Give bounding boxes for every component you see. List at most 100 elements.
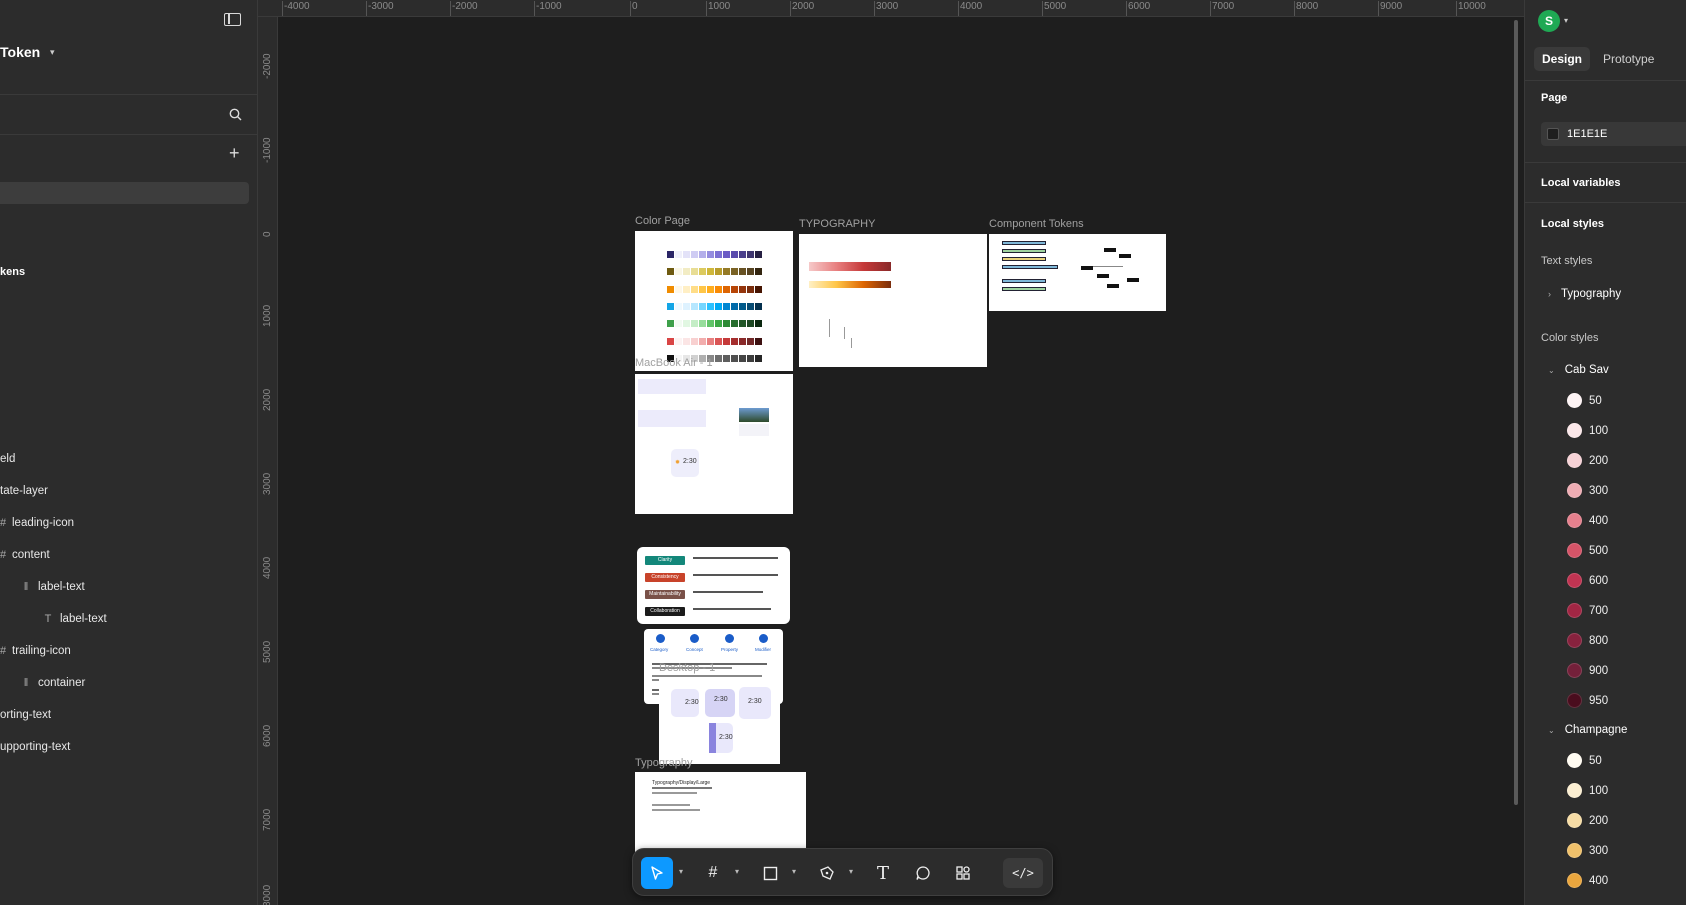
page-color-field[interactable]: 1E1E1E [1541, 122, 1686, 146]
color-group-cab-sav[interactable]: ⌄ Cab Sav [1548, 364, 1609, 376]
figma-app: Token ▾ + kens eld tate-layer # leading-i… [0, 0, 1686, 905]
color-swatch-icon [1567, 813, 1582, 828]
chevron-right-icon: › [1548, 289, 1551, 299]
ruler-tick: 8000 [1293, 1, 1319, 16]
color-style-item[interactable]: 500 [1567, 543, 1608, 558]
chevron-down-icon[interactable]: ▾ [849, 867, 853, 876]
color-style-item[interactable]: 50 [1567, 393, 1602, 408]
color-style-item[interactable]: 300 [1567, 843, 1608, 858]
add-page-icon[interactable]: + [229, 144, 240, 162]
color-style-label: 800 [1589, 634, 1609, 647]
bottom-toolbar: ▾ # ▾ ▾ ▾ T </> [632, 848, 1053, 896]
search-icon[interactable] [229, 108, 242, 121]
comment-tool-button[interactable] [907, 857, 939, 889]
chevron-down-icon: ⌄ [1548, 725, 1555, 735]
frame-label-typography-top[interactable]: TYPOGRAPHY [799, 218, 875, 230]
color-style-item[interactable]: 400 [1567, 873, 1608, 888]
layer-item[interactable]: Tlabel-text [42, 613, 107, 625]
swatch-row [667, 251, 762, 258]
dev-mode-toggle[interactable]: </> [1003, 858, 1043, 888]
code-icon: </> [1012, 866, 1034, 880]
layer-item[interactable]: # content [0, 549, 50, 561]
frame-color-page[interactable] [635, 231, 793, 371]
frame-icon: # [0, 517, 6, 529]
color-swatch-icon [1567, 753, 1582, 768]
color-style-item[interactable]: 600 [1567, 573, 1608, 588]
selected-page-row[interactable] [0, 182, 249, 204]
frame-desktop[interactable]: 2:30 2:30 2:30 2:30 [659, 678, 780, 764]
text-tool-button[interactable]: T [867, 857, 899, 889]
swatch-row [667, 268, 762, 275]
text-style-group[interactable]: › Typography [1548, 288, 1621, 300]
ruler-tick: -3000 [366, 1, 394, 16]
layer-item[interactable]: orting-text [0, 709, 51, 721]
color-swatch-icon [1567, 843, 1582, 858]
swatch-row [667, 303, 762, 310]
frame-icon: # [708, 864, 718, 881]
tab-design[interactable]: Design [1534, 47, 1591, 71]
layer-item[interactable]: # trailing-icon [0, 645, 71, 657]
color-swatch-icon [1567, 693, 1582, 708]
frame-tool-button[interactable]: # [697, 857, 729, 889]
local-variables[interactable]: Local variables [1541, 177, 1621, 189]
color-style-item[interactable]: 300 [1567, 483, 1608, 498]
widget-card: 2:30 [739, 687, 771, 719]
chevron-down-icon[interactable]: ▾ [792, 867, 796, 876]
color-style-item[interactable]: 950 [1567, 693, 1608, 708]
layer-section-label: kens [0, 266, 26, 278]
frame-typography-top[interactable] [799, 234, 987, 367]
frame-component-tokens[interactable] [989, 234, 1166, 311]
actions-button[interactable] [947, 857, 979, 889]
color-style-item[interactable]: 200 [1567, 813, 1608, 828]
color-style-item[interactable]: 400 [1567, 513, 1608, 528]
ruler-tick: 3000 [262, 472, 273, 495]
properties-panel: S ▾ Design Prototype Page 1E1E1E Local v… [1524, 0, 1686, 905]
pen-tool-button[interactable] [811, 857, 843, 889]
shape-tool-button[interactable] [754, 857, 786, 889]
move-tool-button[interactable] [641, 857, 673, 889]
color-style-item[interactable]: 100 [1567, 423, 1608, 438]
color-style-item[interactable]: 700 [1567, 603, 1608, 618]
layer-item[interactable]: ‖ label-text [20, 581, 85, 593]
color-swatch-icon [1567, 393, 1582, 408]
avatar[interactable]: S [1538, 10, 1560, 32]
ruler-tick: 7000 [1209, 1, 1235, 16]
sidebar-toggle-icon[interactable] [224, 13, 241, 26]
ruler-tick: -1000 [534, 1, 562, 16]
chevron-down-icon[interactable]: ▾ [50, 47, 55, 58]
text-icon: T [44, 613, 52, 625]
color-style-item[interactable]: 50 [1567, 753, 1602, 768]
layer-label: upporting-text [0, 741, 71, 753]
color-swatch-icon [1567, 453, 1582, 468]
canvas-scrollbar[interactable] [1514, 20, 1518, 805]
frame-label-macbook[interactable]: MacBook Air - 1 [635, 357, 713, 369]
ruler-tick: 2000 [789, 1, 815, 16]
color-style-label: 600 [1589, 574, 1609, 587]
layer-item[interactable]: tate-layer [0, 485, 48, 497]
layer-item[interactable]: # leading-icon [0, 517, 74, 529]
color-style-item[interactable]: 100 [1567, 783, 1608, 798]
chevron-down-icon[interactable]: ▾ [679, 867, 683, 876]
color-group-champagne[interactable]: ⌄ Champagne [1548, 724, 1627, 736]
frame-label-typography[interactable]: Typography [635, 757, 692, 769]
frame-principles[interactable]: Clarity Consistency Maintainability Coll… [637, 547, 790, 624]
design-canvas[interactable]: Color Page TYPOGRAPHY Component Tokens M… [278, 17, 1524, 905]
frame-label-desktop[interactable]: Desktop - 1 [659, 662, 715, 674]
layer-item[interactable]: ‖ container [20, 677, 86, 689]
frame-label-color-page[interactable]: Color Page [635, 215, 690, 227]
chevron-down-icon[interactable]: ▾ [1564, 16, 1568, 25]
color-style-item[interactable]: 200 [1567, 453, 1608, 468]
token-chip [1002, 287, 1046, 291]
color-style-item[interactable]: 900 [1567, 663, 1608, 678]
tab-prototype[interactable]: Prototype [1595, 47, 1662, 71]
file-title[interactable]: Token [0, 44, 40, 60]
frame-macbook-air[interactable]: ✹ 2:30 [635, 374, 793, 514]
layer-item[interactable]: eld [0, 453, 15, 465]
frame-label-component-tokens[interactable]: Component Tokens [989, 218, 1084, 230]
token-node [1097, 274, 1109, 278]
ruler-tick: 8000 [262, 884, 273, 905]
color-style-item[interactable]: 800 [1567, 633, 1608, 648]
chevron-down-icon[interactable]: ▾ [735, 867, 739, 876]
layer-item[interactable]: upporting-text [0, 741, 70, 753]
step-dot [690, 634, 699, 643]
